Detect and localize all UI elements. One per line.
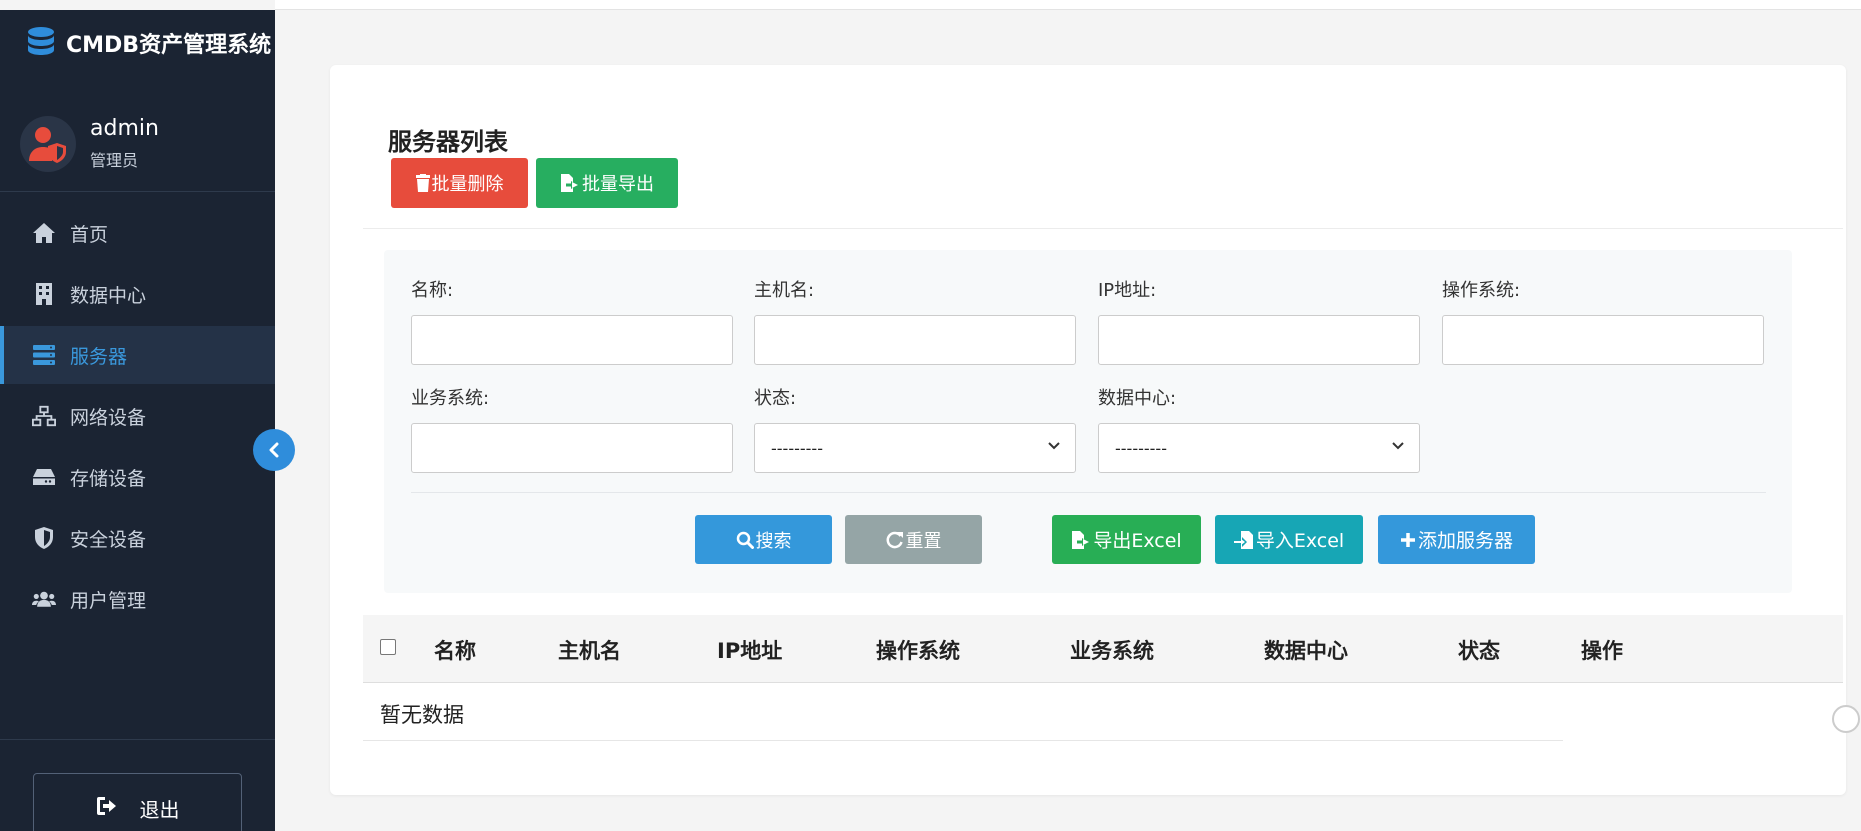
add-server-button[interactable]: 添加服务器 [1378, 515, 1535, 564]
sidebar-item-servers[interactable]: 服务器 [0, 326, 275, 384]
name-label: 名称: [411, 280, 454, 301]
sign-out-icon [96, 796, 120, 821]
sidebar-item-security[interactable]: 安全设备 [0, 509, 275, 567]
os-label: 操作系统: [1442, 280, 1521, 301]
column-header-ip[interactable]: IP地址 [717, 635, 782, 665]
sidebar-item-network[interactable]: 网络设备 [0, 387, 275, 445]
user-role: 管理员 [90, 151, 139, 170]
network-icon [32, 404, 56, 428]
reset-button[interactable]: 重置 [845, 515, 982, 564]
business-input[interactable] [411, 423, 733, 473]
reset-label: 重置 [905, 530, 942, 552]
import-excel-label: 导入Excel [1255, 530, 1345, 552]
sidebar-item-label: 网络设备 [70, 406, 147, 429]
status-select[interactable]: --------- [754, 423, 1076, 473]
sidebar-collapse-button[interactable] [253, 429, 295, 471]
chevron-down-icon [1392, 442, 1404, 450]
table-header: 名称 主机名 IP地址 操作系统 业务系统 数据中心 状态 操作 [363, 615, 1843, 683]
column-header-os[interactable]: 操作系统 [876, 635, 960, 665]
datacenter-select[interactable]: --------- [1098, 423, 1420, 473]
building-icon [32, 282, 56, 306]
server-list-card: 服务器列表 批量删除 批量导出 名称: 主机名: IP地址: 操作系统: 业务系… [330, 65, 1860, 795]
sidebar-item-home[interactable]: 首页 [0, 204, 275, 262]
column-header-datacenter[interactable]: 数据中心 [1264, 635, 1348, 665]
sidebar-item-label: 存储设备 [70, 467, 147, 490]
hostname-label: 主机名: [754, 280, 815, 301]
batch-export-label: 批量导出 [582, 174, 654, 195]
server-icon [32, 343, 56, 367]
sidebar-item-datacenter[interactable]: 数据中心 [0, 265, 275, 323]
batch-delete-button[interactable]: 批量删除 [391, 158, 528, 208]
avatar [20, 115, 76, 172]
name-input[interactable] [411, 315, 733, 365]
search-button[interactable]: 搜索 [695, 515, 832, 564]
hostname-input[interactable] [754, 315, 1076, 365]
datacenter-label: 数据中心: [1098, 388, 1177, 409]
logout-button[interactable]: 退出 [33, 773, 242, 831]
column-header-hostname[interactable]: 主机名 [558, 635, 621, 665]
file-import-icon [1233, 530, 1254, 549]
redo-icon [886, 531, 904, 549]
logout-label: 退出 [139, 797, 180, 822]
scroll-top-button[interactable] [1832, 705, 1860, 733]
shield-icon [32, 526, 56, 550]
sidebar-item-label: 服务器 [70, 345, 128, 368]
brand: CMDB资产管理系统 [0, 10, 275, 76]
sidebar-item-label: 数据中心 [70, 284, 147, 307]
add-server-label: 添加服务器 [1417, 530, 1513, 552]
filter-panel: 名称: 主机名: IP地址: 操作系统: 业务系统: 状态: ---------… [384, 250, 1792, 593]
export-excel-button[interactable]: 导出Excel [1052, 515, 1201, 564]
status-select-value: --------- [771, 438, 823, 458]
sidebar-item-storage[interactable]: 存储设备 [0, 448, 275, 506]
sidebar-item-users[interactable]: 用户管理 [0, 570, 275, 628]
hdd-icon [32, 465, 56, 489]
user-shield-icon [29, 126, 66, 163]
status-label: 状态: [754, 388, 797, 409]
sidebar-item-label: 用户管理 [70, 589, 147, 612]
business-label: 业务系统: [411, 388, 490, 409]
chevron-left-icon [269, 442, 279, 458]
search-icon [736, 531, 754, 549]
chevron-down-icon [1048, 442, 1060, 450]
column-header-name[interactable]: 名称 [434, 635, 476, 665]
column-header-business[interactable]: 业务系统 [1070, 635, 1154, 665]
database-icon [28, 27, 54, 55]
home-icon [32, 221, 56, 245]
column-header-status[interactable]: 状态 [1458, 635, 1500, 665]
file-export-icon [1071, 530, 1091, 549]
ip-label: IP地址: [1098, 280, 1157, 301]
column-header-actions: 操作 [1581, 639, 1623, 663]
page-title: 服务器列表 [388, 128, 508, 156]
trash-icon [415, 174, 430, 192]
sidebar-item-label: 安全设备 [70, 528, 147, 551]
app-title: CMDB资产管理系统 [66, 33, 272, 58]
users-icon [32, 587, 56, 611]
logout-area: 退出 [0, 739, 275, 831]
sidebar-item-label: 首页 [70, 223, 109, 246]
ip-input[interactable] [1098, 315, 1420, 365]
empty-state-text: 暂无数据 [380, 703, 464, 727]
sidebar: CMDB资产管理系统 admin 管理员 首页 数据中心 服务器 网络设备 存储… [0, 10, 275, 831]
top-bar [275, 0, 1861, 10]
import-excel-button[interactable]: 导入Excel [1215, 515, 1363, 564]
batch-delete-label: 批量删除 [431, 174, 504, 195]
os-input[interactable] [1442, 315, 1764, 365]
server-table: 名称 主机名 IP地址 操作系统 业务系统 数据中心 状态 操作 暂无数据 [363, 615, 1843, 741]
export-excel-label: 导出Excel [1093, 530, 1182, 552]
table-empty-row: 暂无数据 [363, 683, 1563, 741]
file-export-icon [560, 174, 580, 192]
user-name: admin [90, 116, 159, 141]
sidebar-nav: 首页 数据中心 服务器 网络设备 存储设备 安全设备 用户管理 [0, 204, 275, 628]
select-all-checkbox[interactable] [380, 639, 396, 655]
plus-icon [1400, 532, 1416, 548]
batch-export-button[interactable]: 批量导出 [536, 158, 678, 208]
user-panel: admin 管理员 [0, 96, 275, 192]
datacenter-select-value: --------- [1115, 438, 1167, 458]
search-label: 搜索 [755, 530, 792, 552]
filter-divider [411, 492, 1766, 493]
